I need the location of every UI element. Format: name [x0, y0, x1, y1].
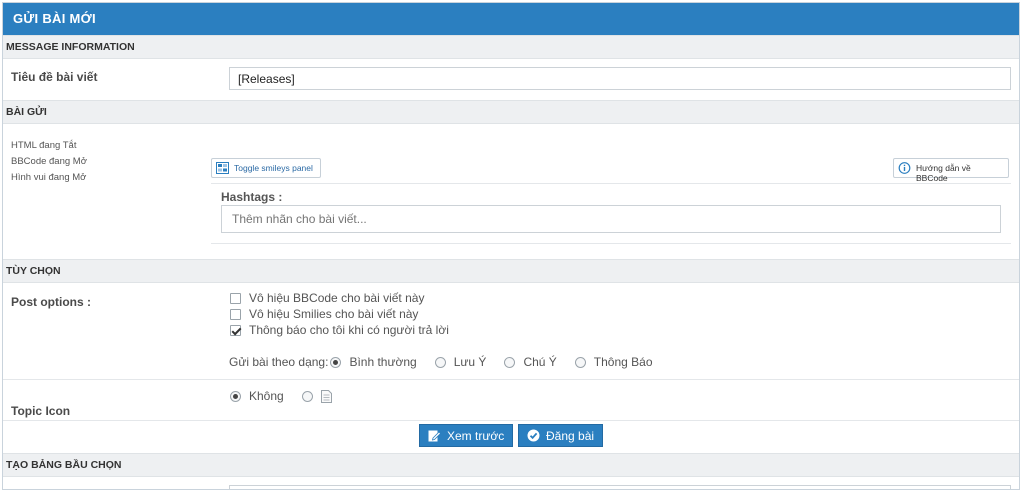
section-message-info: MESSAGE INFORMATION — [3, 35, 1019, 59]
preview-label: Xem trước — [447, 428, 505, 443]
section-poll: TẠO BẢNG BẦU CHỌN — [3, 453, 1019, 477]
check-circle-icon — [527, 429, 540, 442]
notify-reply-label: Thông báo cho tôi khi có người trả lời — [249, 323, 449, 337]
divider — [211, 243, 1011, 244]
preview-button[interactable]: Xem trước — [419, 424, 514, 447]
post-type-note-radio[interactable] — [434, 356, 446, 368]
post-type-announce-label: Thông Báo — [593, 355, 653, 369]
post-form: GỬI BÀI MỚI MESSAGE INFORMATION Tiêu đề … — [2, 2, 1020, 490]
disable-bbcode-label: Vô hiệu BBCode cho bài viết này — [249, 291, 425, 305]
html-status: HTML đang Tắt — [11, 140, 77, 151]
bbcode-help-label: Hướng dẫn về BBCode — [916, 163, 971, 183]
topic-icon-group: Không — [230, 389, 332, 403]
post-options-label: Post options : — [11, 295, 91, 309]
smilies-status: Hình vui đang Mở — [11, 172, 87, 183]
subject-label: Tiêu đề bài viết — [11, 70, 98, 84]
post-type-normal-label: Bình thường — [349, 355, 417, 369]
page-title: GỬI BÀI MỚI — [3, 3, 1019, 35]
notify-reply-checkbox[interactable] — [230, 324, 241, 336]
document-icon — [320, 389, 332, 403]
edit-icon — [428, 430, 441, 442]
hashtags-label: Hashtags : — [221, 190, 283, 204]
posting-status: HTML đang Tắt BBCode đang Mở Hình vui đa… — [11, 138, 87, 186]
post-type-sticky-radio[interactable] — [504, 356, 516, 368]
toggle-smileys-button[interactable]: Toggle smileys panel — [211, 158, 321, 178]
submit-button[interactable]: Đăng bài — [518, 424, 604, 447]
post-type-announce-radio[interactable] — [574, 356, 586, 368]
divider — [211, 183, 1011, 184]
disable-smilies-option[interactable]: Vô hiệu Smilies cho bài viết này — [230, 307, 418, 321]
subject-input[interactable] — [229, 67, 1011, 90]
section-post: BÀI GỬI — [3, 100, 1019, 124]
topic-icon-label: Topic Icon — [11, 404, 71, 418]
divider — [3, 379, 1019, 380]
notify-reply-option[interactable]: Thông báo cho tôi khi có người trả lời — [230, 323, 449, 337]
disable-smilies-checkbox[interactable] — [230, 308, 241, 320]
topic-icon-none-radio[interactable] — [230, 390, 241, 402]
topic-icon-none-label: Không — [249, 389, 284, 403]
bbcode-help-button[interactable]: Hướng dẫn về BBCode — [893, 158, 1009, 183]
toggle-smileys-label: Toggle smileys panel — [234, 163, 313, 173]
section-options: TÙY CHỌN — [3, 259, 1019, 283]
poll-question-input[interactable] — [229, 485, 1011, 489]
smiley-panel-icon — [216, 162, 229, 174]
divider — [3, 420, 1019, 421]
post-type-group: Gửi bài theo dạng: Bình thường Lưu Ý Chú… — [229, 355, 653, 369]
disable-bbcode-option[interactable]: Vô hiệu BBCode cho bài viết này — [230, 291, 424, 305]
disable-bbcode-checkbox[interactable] — [230, 292, 241, 304]
post-type-label: Gửi bài theo dạng: — [229, 355, 329, 369]
post-type-note-label: Lưu Ý — [453, 355, 487, 369]
hashtags-input[interactable] — [221, 205, 1001, 233]
post-type-normal-radio[interactable] — [330, 356, 342, 368]
bbcode-status: BBCode đang Mở — [11, 156, 87, 167]
help-info-icon — [898, 162, 911, 174]
post-type-sticky-label: Chú Ý — [523, 355, 557, 369]
submit-label: Đăng bài — [546, 428, 595, 443]
disable-smilies-label: Vô hiệu Smilies cho bài viết này — [249, 307, 419, 321]
topic-icon-document-radio[interactable] — [301, 390, 313, 402]
